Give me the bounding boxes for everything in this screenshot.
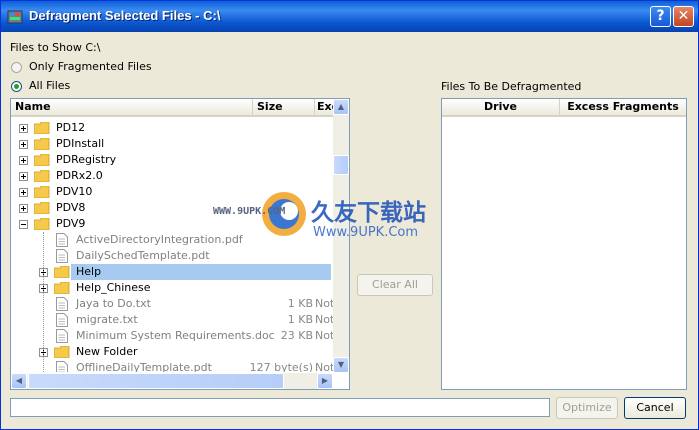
window-title: Defragment Selected Files - C:\ <box>29 8 221 23</box>
tree-folder-row[interactable]: PDInstall <box>11 136 331 152</box>
tree-item-label: PDV9 <box>56 217 86 230</box>
column-header-size[interactable]: Size <box>253 99 315 117</box>
file-icon <box>56 329 68 343</box>
folder-icon <box>34 218 50 230</box>
radio-only-fragmented-label: Only Fragmented Files <box>29 60 152 73</box>
tree-file-row[interactable]: Minimum System Requirements.doc 23 KB Not <box>11 328 333 344</box>
selection-highlight <box>71 264 331 280</box>
folder-icon <box>34 154 50 166</box>
tree-item-label: PD12 <box>56 121 86 134</box>
files-to-be-defragmented-label: Files To Be Defragmented <box>441 80 582 93</box>
folder-icon <box>34 122 50 134</box>
tree-folder-row[interactable]: PDRegistry <box>11 152 331 168</box>
watermark-site: WWW.9UPK.COM <box>213 206 286 217</box>
help-button[interactable]: ? <box>650 6 671 27</box>
expand-icon[interactable] <box>19 204 28 213</box>
folder-icon <box>54 266 70 278</box>
expand-icon[interactable] <box>19 172 28 181</box>
tree-item-size: 23 KB <box>280 329 313 342</box>
clear-all-button[interactable]: Clear All <box>357 274 433 296</box>
scroll-right-icon[interactable]: ▶ <box>317 373 333 389</box>
column-header-drive[interactable]: Drive <box>442 99 560 117</box>
tree-folder-row[interactable]: Help <box>11 264 331 280</box>
collapse-icon[interactable] <box>19 220 28 229</box>
expand-icon[interactable] <box>19 140 28 149</box>
progress-bar <box>10 398 550 417</box>
tree-item-label: PDV10 <box>56 185 93 198</box>
tree-item-label: Help <box>76 265 102 278</box>
file-icon <box>56 361 68 372</box>
tree-item-label: PDV8 <box>56 201 86 214</box>
column-header-name[interactable]: Name <box>11 99 253 117</box>
defragment-dialog: Defragment Selected Files - C:\ ? ✕ File… <box>0 0 699 430</box>
tree-item-size: 127 byte(s) <box>249 361 313 372</box>
folder-icon <box>54 346 70 358</box>
radio-all-files-label: All Files <box>29 79 71 92</box>
tree-item-label: New Folder <box>76 345 138 358</box>
files-to-show-label: Files to Show C:\ <box>10 41 101 54</box>
tree-file-row[interactable]: migrate.txt 1 KB Not <box>11 312 333 328</box>
expand-icon[interactable] <box>19 156 28 165</box>
watermark-brand: 久友下载站 <box>311 200 426 226</box>
tree-item-excess: Not <box>315 313 333 326</box>
tree-item-label: PDRegistry <box>56 153 117 166</box>
tree-item-label: Help_Chinese <box>76 281 151 294</box>
watermark: WWW.9UPK.COM 久友下载站 Www.9UPK.Com <box>211 189 461 259</box>
tree-folder-row[interactable]: PDRx2.0 <box>11 168 331 184</box>
tree-item-size: 1 KB <box>287 297 313 310</box>
horizontal-scrollbar[interactable]: ◀ ▶ <box>11 373 333 389</box>
file-icon <box>56 233 68 247</box>
file-icon <box>56 313 68 327</box>
tree-folder-row[interactable]: PD12 <box>11 120 331 136</box>
title-bar[interactable]: Defragment Selected Files - C:\ ? ✕ <box>1 1 698 32</box>
tree-item-size: 1 KB <box>287 313 313 326</box>
tree-item-excess: Not <box>315 361 333 372</box>
column-header-excess-fragments[interactable]: Excess Fragments <box>560 99 686 117</box>
expand-icon[interactable] <box>19 188 28 197</box>
tree-item-label: PDInstall <box>56 137 105 150</box>
watermark-url: Www.9UPK.Com <box>313 225 419 240</box>
optimize-button[interactable]: Optimize <box>556 397 618 419</box>
scroll-up-icon[interactable]: ▲ <box>333 99 349 115</box>
folder-icon <box>34 138 50 150</box>
folder-icon <box>34 202 50 214</box>
radio-all-files-circle[interactable] <box>11 81 22 92</box>
defrag-list-panel[interactable]: Drive Excess Fragments <box>441 98 687 390</box>
tree-file-row[interactable]: Jaya to Do.txt 1 KB Not <box>11 296 333 312</box>
file-icon <box>56 249 68 263</box>
column-header-excess[interactable]: Exc <box>315 99 333 117</box>
tree-item-label: PDRx2.0 <box>56 169 103 182</box>
vertical-scroll-thumb[interactable] <box>333 155 349 175</box>
tree-item-label: OfflineDailyTemplate.pdt <box>76 361 212 372</box>
radio-only-fragmented-circle[interactable] <box>11 62 22 73</box>
tree-folder-row[interactable]: New Folder <box>11 344 331 360</box>
tree-folder-row[interactable]: Help_Chinese <box>11 280 331 296</box>
defrag-app-icon <box>7 10 23 24</box>
tree-file-row[interactable]: OfflineDailyTemplate.pdt 127 byte(s) Not <box>11 360 333 372</box>
tree-connector-line <box>43 232 45 372</box>
file-icon <box>56 297 68 311</box>
scroll-down-icon[interactable]: ▼ <box>333 357 349 373</box>
scroll-left-icon[interactable]: ◀ <box>11 373 27 389</box>
folder-icon <box>34 186 50 198</box>
tree-item-excess: Not <box>315 329 333 342</box>
tree-item-label: DailySchedTemplate.pdt <box>76 249 210 262</box>
horizontal-scroll-thumb[interactable] <box>28 373 284 389</box>
folder-icon <box>54 282 70 294</box>
cancel-button[interactable]: Cancel <box>624 397 686 419</box>
expand-icon[interactable] <box>19 124 28 133</box>
folder-icon <box>34 170 50 182</box>
tree-item-label: Minimum System Requirements.doc <box>76 329 275 342</box>
tree-item-label: migrate.txt <box>76 313 138 326</box>
tree-item-excess: Not <box>315 297 333 310</box>
tree-item-label: Jaya to Do.txt <box>76 297 151 310</box>
close-button[interactable]: ✕ <box>673 6 694 27</box>
